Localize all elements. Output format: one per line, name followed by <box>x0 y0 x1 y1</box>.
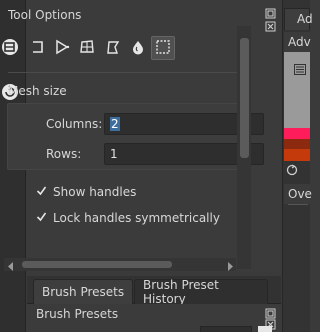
overview-label: Ove <box>288 187 312 201</box>
free-transform-button[interactable] <box>26 36 50 60</box>
close-docker-button[interactable] <box>264 21 276 35</box>
vertical-scrollbar-thumb[interactable] <box>240 38 249 158</box>
mesh-size-label: Mesh size <box>8 84 67 98</box>
tab-brush-presets[interactable]: Brush Presets <box>33 279 134 304</box>
overview-divider <box>288 204 308 205</box>
advanced-label: Adv <box>288 35 311 49</box>
mesh-icon <box>155 39 171 58</box>
tab-label: Brush Preset History <box>143 278 219 306</box>
splitter-handle[interactable] <box>148 272 162 283</box>
columns-label: Columns: <box>46 117 103 131</box>
arrow-left-icon <box>7 260 14 274</box>
arrow-right-icon <box>227 260 234 274</box>
rows-label: Rows: <box>46 147 82 161</box>
horizontal-scrollbar-thumb[interactable] <box>22 261 172 268</box>
scroll-right-arrow[interactable] <box>227 260 234 274</box>
liquify-icon <box>130 39 146 58</box>
color-swatch-area[interactable] <box>284 52 310 128</box>
tab-label: Brush Presets <box>42 285 125 299</box>
settings-icon[interactable] <box>294 64 306 78</box>
perspective-button[interactable] <box>50 36 74 60</box>
color-strip-orange[interactable] <box>284 149 310 161</box>
divider <box>8 72 238 73</box>
advanced-section: Adv <box>284 32 311 52</box>
rows-value: 1 <box>110 147 118 161</box>
lock-handles-label[interactable]: Lock handles symmetrically <box>53 211 220 225</box>
brush-presets-title: Brush Presets <box>36 307 119 321</box>
cage-button[interactable] <box>101 36 125 60</box>
right-tab-label: Ad <box>297 12 313 26</box>
float-docker-button[interactable] <box>264 8 276 22</box>
tab-advanced-color[interactable]: Ad <box>284 8 313 30</box>
crop-tool-button[interactable] <box>0 38 20 58</box>
warp-button[interactable] <box>75 36 99 60</box>
crop-icon <box>1 38 19 59</box>
columns-value: 2 <box>110 117 120 131</box>
free-transform-icon <box>30 39 46 58</box>
overview-section: Ove <box>284 184 312 204</box>
float-icon <box>265 8 276 22</box>
checkmark-icon <box>36 211 47 225</box>
brush-preset-view-button[interactable] <box>258 326 272 332</box>
refresh-icon[interactable] <box>286 164 298 179</box>
liquify-button[interactable] <box>126 36 150 60</box>
mesh-transform-button[interactable] <box>151 36 175 60</box>
lock-handles-checkbox[interactable] <box>35 212 47 224</box>
warp-icon <box>79 39 95 58</box>
cage-icon <box>105 39 121 58</box>
show-handles-label[interactable]: Show handles <box>53 185 136 199</box>
brush-preset-filter-field[interactable] <box>200 326 252 332</box>
scroll-left-arrow[interactable] <box>7 260 14 274</box>
close-icon <box>265 21 276 35</box>
show-handles-checkbox[interactable] <box>35 186 47 198</box>
tab-brush-preset-history[interactable]: Brush Preset History <box>134 278 268 306</box>
perspective-icon <box>54 39 70 58</box>
checkmark-icon <box>36 185 47 199</box>
color-strip-pink[interactable] <box>284 128 310 139</box>
color-strip-brown[interactable] <box>284 139 310 149</box>
tool-options-title: Tool Options <box>8 8 82 22</box>
